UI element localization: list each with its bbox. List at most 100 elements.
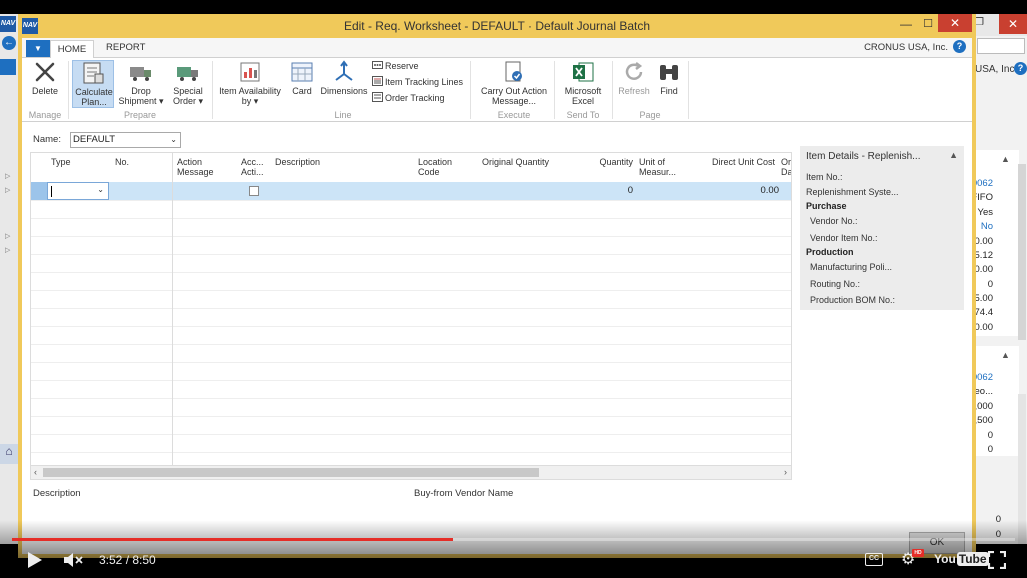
special-order-button[interactable]: Special Order ▾ <box>168 60 208 106</box>
background-close-button[interactable]: ✕ <box>999 14 1027 34</box>
column-header-location-code[interactable]: Location Code <box>418 157 468 177</box>
expand-arrow-icon[interactable]: ▷ <box>5 172 10 180</box>
collapse-icon[interactable]: ▲ <box>1001 154 1010 164</box>
order-tracking-button[interactable]: Order Tracking <box>372 92 445 103</box>
drop-shipment-button[interactable]: Drop Shipment ▾ <box>118 60 164 106</box>
item-availability-button[interactable]: Item Availability by ▾ <box>218 60 282 106</box>
chevron-down-icon[interactable]: ⌄ <box>97 185 104 194</box>
help-icon[interactable]: ? <box>1014 62 1027 75</box>
collapse-icon[interactable]: ▲ <box>1001 350 1010 360</box>
calculate-plan-button[interactable]: Calculate Plan... <box>72 60 114 108</box>
background-scrollbar[interactable] <box>1018 164 1026 340</box>
play-icon[interactable] <box>27 551 43 569</box>
close-button[interactable]: ✕ <box>938 14 972 32</box>
back-arrow-icon[interactable]: ← <box>2 36 16 50</box>
row-divider <box>31 362 791 363</box>
column-header-direct-unit-cost[interactable]: Direct Unit Cost <box>709 157 775 167</box>
titlebar: NAV Edit - Req. Worksheet - DEFAULT · De… <box>18 14 976 38</box>
column-header-order-date[interactable]: Or Da <box>781 157 791 177</box>
video-progress-bar[interactable] <box>12 538 1015 541</box>
column-header-quantity[interactable]: Quantity <box>591 157 633 167</box>
app-menu-button[interactable] <box>0 59 16 75</box>
req-worksheet-dialog: NAV Edit - Req. Worksheet - DEFAULT · De… <box>18 14 976 558</box>
column-header-no[interactable]: No. <box>115 157 129 167</box>
accept-action-checkbox[interactable] <box>249 186 259 196</box>
minimize-button[interactable]: — <box>896 17 916 33</box>
buy-from-vendor-name-label: Buy-from Vendor Name <box>414 488 514 499</box>
carry-out-action-message-button[interactable]: Carry Out Action Message... <box>476 60 552 106</box>
row-indicator[interactable] <box>31 182 47 200</box>
scroll-left-icon[interactable]: ‹ <box>34 467 37 477</box>
column-header-description[interactable]: Description <box>275 157 320 167</box>
tab-home[interactable]: HOME <box>50 40 94 59</box>
binoculars-icon <box>660 65 678 80</box>
factbox-manufacturing-policy: Manufacturing Poli... <box>810 262 893 272</box>
captions-button[interactable]: CC <box>865 553 883 566</box>
quantity-cell[interactable]: 0 <box>591 185 633 196</box>
help-icon[interactable]: ? <box>953 40 966 53</box>
scroll-right-icon[interactable]: › <box>784 467 787 477</box>
type-cell-dropdown[interactable]: ⌄ <box>47 182 109 200</box>
column-header-original-quantity[interactable]: Original Quantity <box>482 157 549 167</box>
row-divider <box>31 416 791 417</box>
reserve-button[interactable]: Reserve <box>372 60 419 71</box>
horizontal-scrollbar[interactable]: ‹ › <box>31 465 791 479</box>
table-row[interactable]: ⌄ 0 0.00 <box>31 182 791 200</box>
factbox-routing-no: Routing No.: <box>810 279 861 289</box>
background-value[interactable]: No <box>981 221 993 232</box>
factbox-vendor-no: Vendor No.: <box>810 216 858 226</box>
refresh-icon <box>625 62 643 80</box>
item-availability-icon <box>240 62 260 82</box>
restore-icon[interactable]: ❐ <box>975 17 987 29</box>
dialog-client: ▼ HOME REPORT CRONUS USA, Inc. ? Delete … <box>22 38 972 554</box>
microsoft-excel-button[interactable]: Microsoft Excel <box>558 60 608 106</box>
reserve-icon <box>372 61 383 69</box>
find-button[interactable]: Find <box>654 60 684 96</box>
ribbon: Delete Manage Calculate Plan... Drop Shi… <box>22 58 972 122</box>
delete-button[interactable]: Delete <box>26 60 64 96</box>
row-divider <box>31 452 791 453</box>
order-tracking-icon <box>372 92 383 102</box>
volume-muted-icon[interactable] <box>63 551 85 569</box>
chevron-down-icon[interactable]: ⌄ <box>170 133 177 147</box>
dimensions-button[interactable]: Dimensions <box>320 60 368 96</box>
card-button[interactable]: Card <box>288 60 316 96</box>
youtube-logo[interactable]: You Tube <box>934 552 989 568</box>
row-divider <box>31 254 791 255</box>
delete-label: Delete <box>31 86 58 96</box>
column-header-accept-action[interactable]: Acc... Acti... <box>241 157 267 177</box>
name-select[interactable]: DEFAULT ⌄ <box>70 132 181 148</box>
row-divider <box>31 290 791 291</box>
background-value: 5.00 <box>974 293 994 304</box>
row-divider <box>31 272 791 273</box>
ribbon-separator <box>554 61 555 119</box>
factbox-title[interactable]: Item Details - Replenish... <box>806 151 921 162</box>
delete-icon <box>35 62 55 82</box>
maximize-button[interactable]: ☐ <box>918 17 938 33</box>
collapse-icon[interactable]: ▲ <box>949 150 958 160</box>
factbox-production-heading: Production <box>806 247 854 257</box>
refresh-button[interactable]: Refresh <box>616 60 652 96</box>
row-divider <box>31 344 791 345</box>
factbox-purchase-heading: Purchase <box>806 201 847 211</box>
expand-arrow-icon[interactable]: ▷ <box>5 246 10 254</box>
item-tracking-lines-button[interactable]: Item Tracking Lines <box>372 76 463 87</box>
expand-arrow-icon[interactable]: ▷ <box>5 186 10 194</box>
background-search-input[interactable] <box>977 38 1025 54</box>
column-header-unit-of-measure[interactable]: Unit of Measur... <box>639 157 685 177</box>
item-tracking-icon <box>372 76 383 86</box>
window-title: Edit - Req. Worksheet - DEFAULT · Defaul… <box>343 19 651 33</box>
background-value: 74.4 <box>974 307 994 318</box>
tab-report[interactable]: REPORT <box>106 42 145 53</box>
row-divider <box>31 218 791 219</box>
truck-icon <box>130 67 151 81</box>
fullscreen-icon[interactable] <box>988 551 1006 569</box>
expand-arrow-icon[interactable]: ▷ <box>5 232 10 240</box>
app-menu-button[interactable]: ▼ <box>26 40 50 57</box>
direct-unit-cost-cell[interactable]: 0.00 <box>731 185 780 196</box>
column-header-type[interactable]: Type <box>51 157 71 167</box>
scrollbar-thumb[interactable] <box>43 468 539 477</box>
column-header-action-message[interactable]: Action Message <box>177 157 227 177</box>
home-icon[interactable]: ⌂ <box>0 444 18 464</box>
youtube-logo-you: You <box>934 552 956 566</box>
